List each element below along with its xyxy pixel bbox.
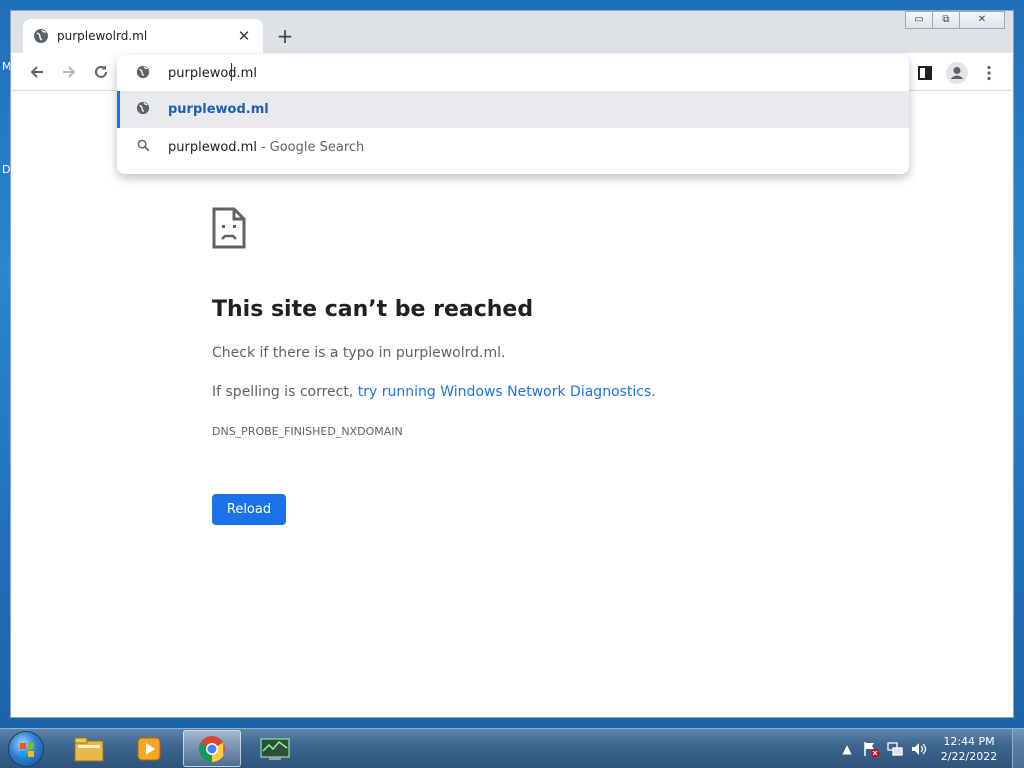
system-tray: ▲ 12:44 PM 2/22/2022 xyxy=(838,729,1024,768)
omnibox-dropdown: purplewod.ml purplewod.ml purplewod.ml -… xyxy=(117,55,909,174)
diagnostics-link[interactable]: try running Windows Network Diagnostics xyxy=(358,384,652,400)
globe-icon xyxy=(134,101,152,119)
reload-icon[interactable] xyxy=(91,62,111,82)
side-panel-icon[interactable] xyxy=(914,62,936,84)
system-monitor-icon xyxy=(260,738,290,760)
volume-icon[interactable] xyxy=(910,740,928,758)
browser-tab[interactable]: purplewolrd.ml ✕ xyxy=(23,19,263,53)
start-button[interactable] xyxy=(8,731,44,767)
maximize-button[interactable]: ⧉ xyxy=(932,11,960,29)
title-bar: purplewolrd.ml ✕ + ▭ ⧉ ✕ xyxy=(11,11,1013,53)
taskbar-chrome[interactable] xyxy=(183,730,241,767)
omnibox-suggestion-url[interactable]: purplewod.ml xyxy=(117,91,909,128)
taskbar-file-explorer[interactable] xyxy=(60,730,118,767)
minimize-button[interactable]: ▭ xyxy=(905,11,933,29)
suggestion-suffix: . xyxy=(651,384,656,400)
windows-logo-icon xyxy=(20,743,34,757)
omnibox-input[interactable]: purplewod.ml xyxy=(117,55,909,92)
file-explorer-icon xyxy=(74,737,104,761)
browser-window: purplewolrd.ml ✕ + ▭ ⧉ ✕ purplewod.ml pu… xyxy=(10,10,1014,718)
kebab-menu-icon[interactable] xyxy=(978,62,1000,84)
suggestion-separator: - xyxy=(260,140,266,155)
globe-icon xyxy=(134,65,152,83)
action-center-icon[interactable] xyxy=(862,740,880,758)
reload-button[interactable]: Reload xyxy=(212,494,286,525)
error-suggestion: If spelling is correct, try running Wind… xyxy=(212,384,656,400)
network-icon[interactable] xyxy=(886,740,904,758)
sad-page-icon xyxy=(212,207,246,249)
chrome-icon xyxy=(198,735,225,762)
media-player-icon xyxy=(137,737,161,760)
new-tab-button[interactable]: + xyxy=(273,24,297,48)
suggestion-description: Google Search xyxy=(269,140,365,155)
close-window-button[interactable]: ✕ xyxy=(959,11,1005,29)
taskbar-media-player[interactable] xyxy=(120,730,178,767)
arrow-right-icon[interactable] xyxy=(59,62,79,82)
page-title: This site can’t be reached xyxy=(212,297,534,322)
show-hidden-icons-icon[interactable]: ▲ xyxy=(838,740,856,758)
profile-icon[interactable] xyxy=(946,62,968,84)
clock-date: 2/22/2022 xyxy=(940,750,998,763)
error-message: Check if there is a typo in purplewolrd.… xyxy=(212,345,506,361)
suggestion-text: purplewod.ml xyxy=(168,102,269,117)
window-controls: ▭ ⧉ ✕ xyxy=(905,11,1005,29)
suggestion-text: purplewod.ml xyxy=(168,140,257,155)
suggestion-prefix: If spelling is correct, xyxy=(212,384,358,400)
error-page: This site can’t be reached Check if ther… xyxy=(11,91,1013,717)
show-desktop-button[interactable] xyxy=(1012,729,1024,768)
tab-title: purplewolrd.ml xyxy=(57,29,148,43)
clock-time: 12:44 PM xyxy=(943,735,995,748)
search-icon xyxy=(134,139,152,156)
taskbar-clock[interactable]: 12:44 PM 2/22/2022 xyxy=(934,734,1004,764)
globe-icon xyxy=(34,29,48,43)
text-cursor-icon xyxy=(229,62,235,82)
taskbar: ▲ 12:44 PM 2/22/2022 xyxy=(0,728,1024,768)
arrow-left-icon[interactable] xyxy=(27,62,47,82)
close-icon[interactable]: ✕ xyxy=(235,27,253,45)
error-code: DNS_PROBE_FINISHED_NXDOMAIN xyxy=(212,425,403,438)
omnibox-suggestion-search[interactable]: purplewod.ml - Google Search xyxy=(117,129,909,166)
taskbar-system-monitor[interactable] xyxy=(246,730,304,767)
omnibox-text[interactable]: purplewod.ml xyxy=(168,66,257,81)
